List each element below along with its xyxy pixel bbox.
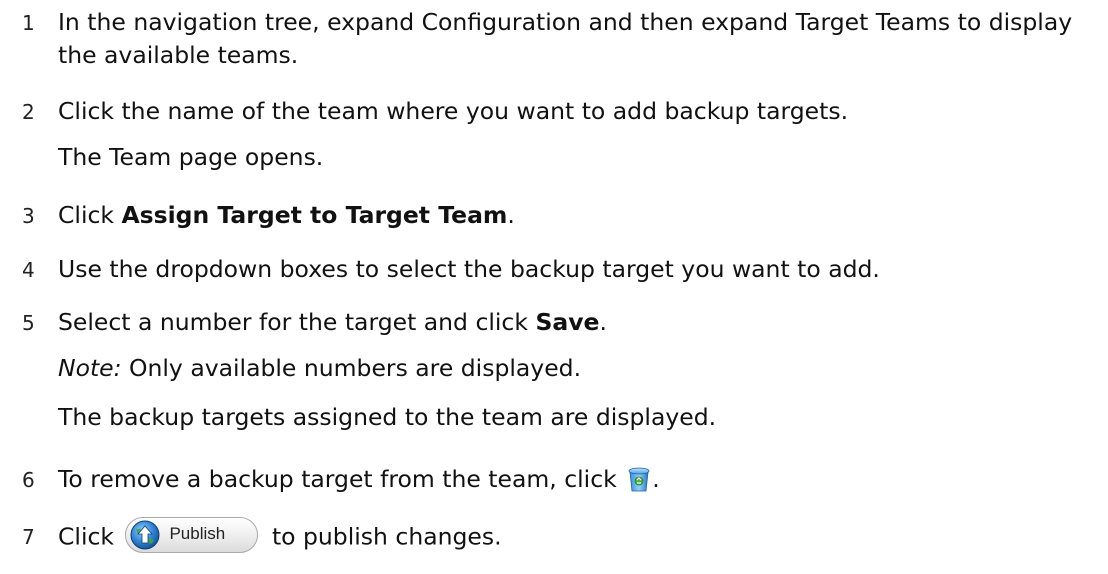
publish-globe-icon	[130, 520, 160, 550]
ui-command-label: Save	[535, 308, 600, 336]
step-5-note: Note: Only available numbers are display…	[58, 352, 581, 385]
step-number: 7	[22, 525, 35, 549]
publish-button-label: Publish	[169, 524, 226, 543]
step-number: 3	[22, 204, 35, 228]
step-text: Click Assign Target to Target Team.	[58, 201, 515, 229]
step-text: Click the name of the team where you wan…	[58, 97, 849, 125]
procedure-document: 1 In the navigation tree, expand Configu…	[0, 0, 1108, 574]
step-5-result: The backup targets assigned to the team …	[58, 403, 717, 431]
step-text: Click Publish to publish changes.	[58, 517, 1103, 556]
step-number: 4	[22, 258, 35, 282]
note-label: Note:	[58, 354, 122, 382]
step-text: To remove a backup target from the team,…	[58, 465, 660, 493]
ui-command-label: Assign Target to Target Team	[121, 201, 508, 229]
step-number: 6	[22, 468, 35, 492]
step-2-result: The Team page opens.	[58, 143, 324, 171]
step-number: 1	[22, 11, 35, 35]
note-text: Only available numbers are displayed.	[121, 354, 582, 382]
step-text: Select a number for the target and click…	[58, 308, 607, 336]
step-text: In the navigation tree, expand Configura…	[58, 8, 1073, 69]
publish-button[interactable]: Publish	[125, 517, 259, 553]
step-text: Use the dropdown boxes to select the bac…	[58, 255, 880, 283]
step-number: 5	[22, 311, 35, 335]
recycle-bin-icon[interactable]	[626, 465, 652, 493]
step-number: 2	[22, 100, 35, 124]
